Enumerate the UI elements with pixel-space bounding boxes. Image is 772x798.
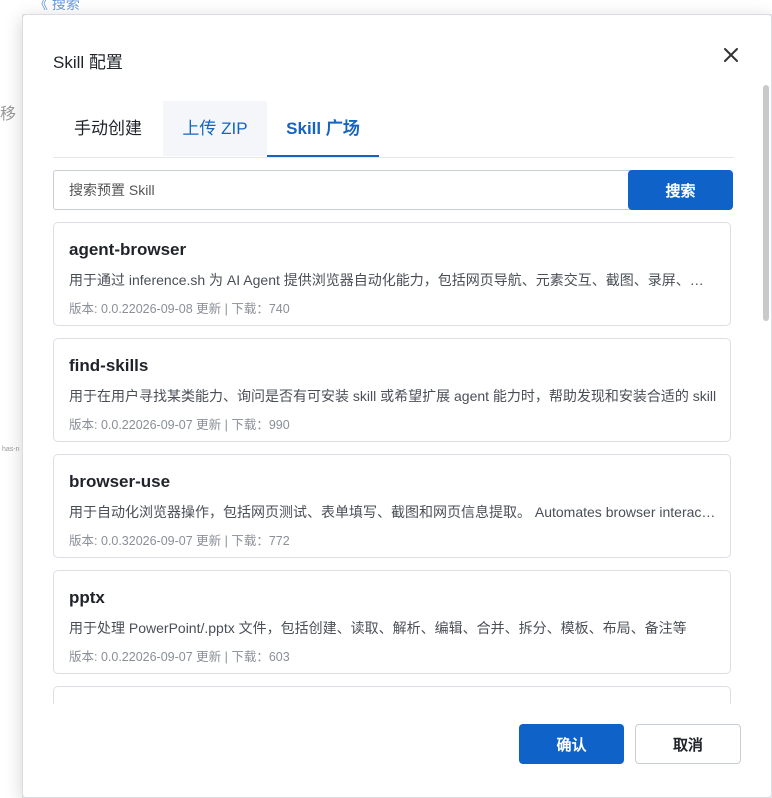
skill-meta: 版本: 0.0.22026-09-07 更新 | 下载：603: [69, 650, 290, 664]
skill-description: 用于在用户寻找某类能力、询问是否有可安装 skill 或希望扩展 agent 能…: [69, 388, 717, 404]
background-small-text: has-n: [2, 446, 20, 453]
confirm-button[interactable]: 确认: [519, 724, 624, 764]
search-button[interactable]: 搜索: [628, 170, 733, 210]
close-icon-glyph: [724, 48, 738, 62]
skill-meta: 版本: 0.0.22026-09-08 更新 | 下载：740: [69, 302, 290, 316]
cancel-button[interactable]: 取消: [635, 724, 741, 764]
skill-card[interactable]: browser-use 用于自动化浏览器操作，包括网页测试、表单填写、截图和网页…: [53, 454, 731, 558]
skill-config-dialog: Skill 配置 手动创建 上传 ZIP Skill 广场 搜索 agent-b…: [22, 14, 772, 798]
dialog-title: Skill 配置: [53, 53, 123, 72]
skill-name: browser-use: [69, 472, 171, 491]
skill-card[interactable]: agent-browser 用于通过 inference.sh 为 AI Age…: [53, 222, 731, 326]
background-back-link: 《 搜索: [34, 0, 80, 12]
skill-card[interactable]: find-skills 用于在用户寻找某类能力、询问是否有可安装 skill 或…: [53, 338, 731, 442]
skill-name: pptx: [69, 588, 105, 607]
skill-description: 用于自动化浏览器操作，包括网页测试、表单填写、截图和网页信息提取。 Automa…: [69, 504, 717, 520]
tab-manual-create[interactable]: 手动创建: [53, 101, 163, 156]
skill-description: 用于通过 inference.sh 为 AI Agent 提供浏览器自动化能力，…: [69, 272, 717, 288]
skill-description: 用于处理 PowerPoint/.pptx 文件，包括创建、读取、解析、编辑、合…: [69, 620, 687, 636]
close-icon[interactable]: [719, 43, 743, 67]
tab-upload-zip[interactable]: 上传 ZIP: [163, 101, 267, 156]
skill-meta: 版本: 0.0.32026-09-07 更新 | 下载：772: [69, 534, 290, 548]
skill-meta: 版本: 0.0.22026-09-07 更新 | 下载：990: [69, 418, 290, 432]
skill-name: find-skills: [69, 356, 149, 375]
background-left-column: [0, 14, 23, 798]
skill-card[interactable]: pptx 用于处理 PowerPoint/.pptx 文件，包括创建、读取、解析…: [53, 570, 731, 674]
background-text-fragment: 移: [0, 106, 17, 123]
tab-bar: 手动创建 上传 ZIP Skill 广场: [53, 101, 734, 158]
search-input[interactable]: [53, 170, 648, 210]
skill-name: agent-browser: [69, 240, 187, 259]
scrollbar-thumb[interactable]: [763, 85, 769, 321]
skill-card-partial[interactable]: [53, 686, 731, 704]
background-topbar: [0, 0, 772, 15]
skill-list[interactable]: agent-browser 用于通过 inference.sh 为 AI Age…: [53, 222, 734, 704]
tab-skill-market[interactable]: Skill 广场: [267, 101, 379, 157]
